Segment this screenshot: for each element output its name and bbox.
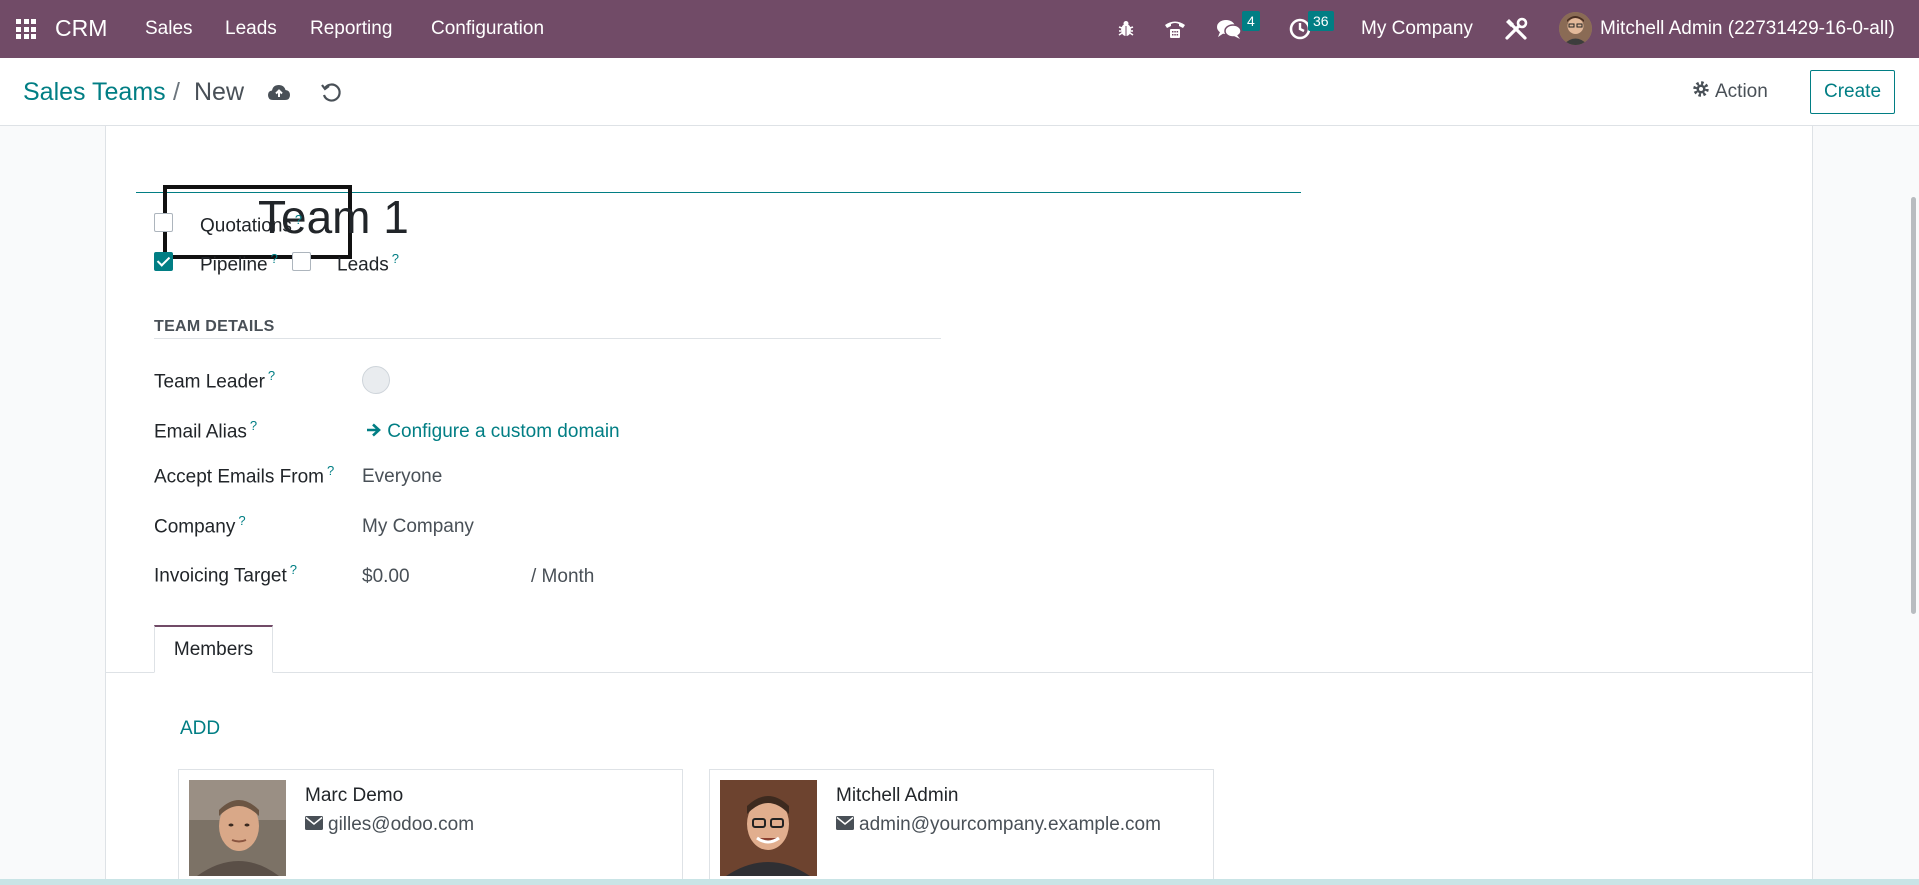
member-name: Mitchell Admin [836,785,959,806]
leads-label: Leads? [337,251,400,276]
menu-sales[interactable]: Sales [145,18,193,40]
quotations-checkbox[interactable] [154,213,173,232]
company-field[interactable]: My Company [362,516,474,538]
breadcrumb-current: New [194,78,245,106]
pipeline-checkbox[interactable] [154,252,173,271]
apps-menu-icon[interactable] [16,19,36,39]
menu-leads[interactable]: Leads [225,18,277,40]
quotations-label: Quotations? [200,212,303,237]
invoicing-target-input[interactable]: $0.00 [362,566,410,588]
bottom-strip [0,879,1919,885]
user-avatar[interactable] [1559,12,1592,45]
section-divider [154,338,941,339]
tab-members[interactable]: Members [154,625,273,673]
create-button[interactable]: Create [1810,70,1895,114]
member-email: admin@yourcompany.example.com [836,814,1161,836]
leads-checkbox[interactable] [292,252,311,271]
discard-undo-icon[interactable] [318,80,344,106]
menu-configuration[interactable]: Configuration [431,18,544,40]
configure-domain-link[interactable]: Configure a custom domain [366,421,620,443]
member-photo [720,780,817,876]
action-menu-button[interactable]: Action [1692,80,1768,104]
action-label: Action [1715,81,1768,102]
team-name-field[interactable]: Team 1 [136,185,1301,259]
app-name[interactable]: CRM [55,15,107,42]
accept-emails-label: Accept Emails From? [154,463,335,488]
team-details-heading: TEAM DETAILS [154,318,275,335]
company-switcher[interactable]: My Company [1361,18,1473,40]
menu-reporting[interactable]: Reporting [310,18,392,40]
member-photo [189,780,286,876]
company-label: Company? [154,513,246,538]
arrow-right-icon [366,421,382,442]
breadcrumb-separator: / [173,78,180,106]
invoicing-target-label: Invoicing Target? [154,562,297,587]
gear-icon [1692,80,1710,104]
messages-icon[interactable] [1214,14,1244,44]
phone-icon[interactable] [1160,14,1190,44]
member-card[interactable]: Marc Demo gilles@odoo.com [178,769,683,885]
vertical-scrollbar[interactable] [1911,197,1916,614]
form-sheet: Team 1 Quotations? Pipeline? Leads? TEAM… [105,126,1813,885]
member-name: Marc Demo [305,785,404,806]
messages-count-badge: 4 [1242,11,1260,31]
pipeline-label: Pipeline? [200,251,278,276]
tab-divider [106,672,1812,673]
debug-bug-icon[interactable] [1111,14,1141,44]
top-navbar: CRM Sales Leads Reporting Configuration … [0,0,1919,58]
member-card[interactable]: Mitchell Admin admin@yourcompany.example… [709,769,1214,885]
tools-settings-icon[interactable] [1501,14,1531,44]
save-cloud-icon[interactable] [266,80,292,106]
team-leader-label: Team Leader? [154,368,276,393]
team-leader-avatar-placeholder[interactable] [362,366,390,394]
activities-count-badge: 36 [1308,11,1334,31]
breadcrumb-sales-teams[interactable]: Sales Teams [23,78,166,107]
invoicing-period-label: / Month [531,566,595,587]
email-alias-label: Email Alias? [154,418,258,443]
envelope-icon [305,814,323,836]
envelope-icon [836,814,854,836]
member-email: gilles@odoo.com [305,814,474,836]
accept-emails-select[interactable]: Everyone [362,466,442,488]
add-member-link[interactable]: ADD [180,718,220,740]
control-panel: Sales Teams / New Action Create [0,58,1919,126]
user-menu[interactable]: Mitchell Admin (22731429-16-0-all) [1600,18,1895,40]
